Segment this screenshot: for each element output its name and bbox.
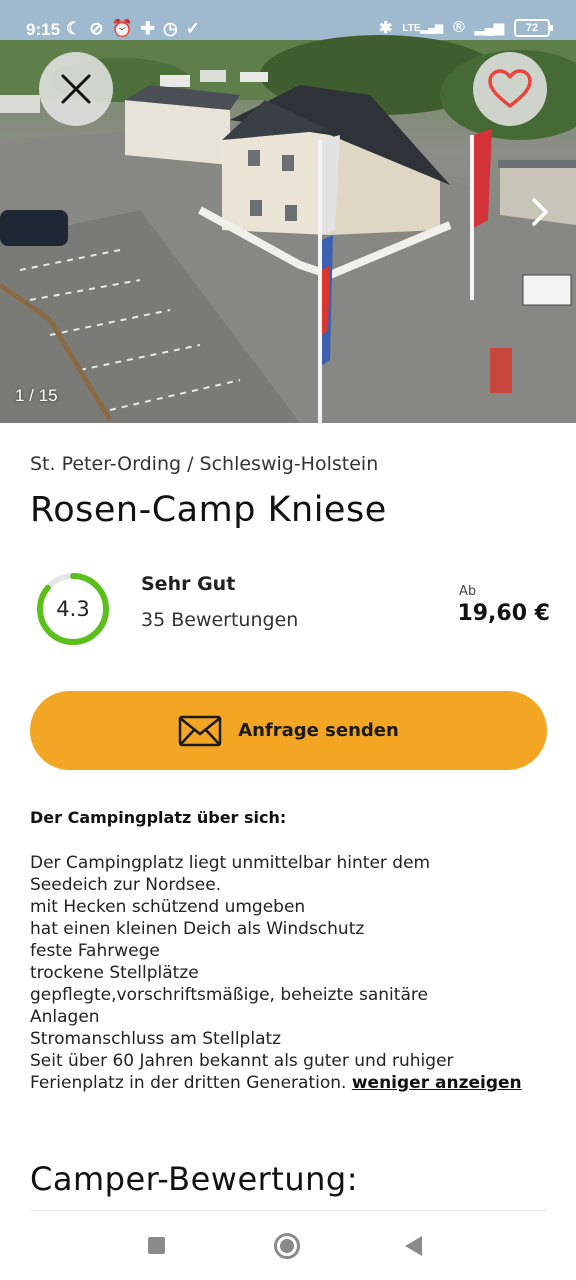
about-line: mit Hecken schützend umgeben <box>30 897 306 917</box>
battery-level: 72 <box>525 22 539 34</box>
status-bar: 9:15 ☾ ⊘ ⏰ ✚ ◷ ✓ ✱ LTE▂▄▆ ® ▂▄▆ 72 <box>0 0 576 40</box>
heart-icon <box>488 69 532 108</box>
signal-icon: LTE▂▄▆ <box>402 22 443 34</box>
mute-icon: ⊘ <box>89 19 104 38</box>
alarm-icon: ⏰ <box>111 19 133 38</box>
battery-icon: 72 <box>514 19 553 37</box>
rating-value: 4.3 <box>56 597 90 621</box>
about-line: Anlagen <box>30 1007 100 1027</box>
about-line: feste Fahrwege <box>30 941 160 961</box>
envelope-icon <box>178 715 222 746</box>
about-line: trockene Stellplätze <box>30 963 199 983</box>
about-line: Seedeich zur Nordsee. <box>30 875 222 895</box>
close-button[interactable] <box>39 52 113 126</box>
favorite-button[interactable] <box>473 52 547 126</box>
moon-icon: ☾ <box>66 19 82 38</box>
listing-title: Rosen-Camp Kniese <box>30 490 387 530</box>
recent-apps-button[interactable] <box>148 1237 165 1254</box>
home-button[interactable] <box>274 1233 300 1259</box>
network-label: LTE <box>402 22 421 34</box>
about-line-last: Ferienplatz in der dritten Generation. w… <box>30 1072 560 1094</box>
about-line: Seit über 60 Jahren bekannt als guter un… <box>30 1051 454 1071</box>
about-line: hat einen kleinen Deich als Windschutz <box>30 919 365 939</box>
reviews-heading: Camper-Bewertung: <box>30 1160 358 1198</box>
show-less-link[interactable]: weniger anzeigen <box>352 1073 522 1093</box>
about-text: Der Campingplatz liegt unmittelbar hinte… <box>30 852 560 1094</box>
send-inquiry-button[interactable]: Anfrage senden <box>30 691 547 770</box>
slack-icon: ✚ <box>140 19 155 38</box>
close-icon <box>61 74 91 104</box>
clock-icon: ◷ <box>162 19 178 38</box>
about-heading: Der Campingplatz über sich: <box>30 808 287 827</box>
registered-icon: ® <box>452 19 465 36</box>
rating-label: Sehr Gut <box>141 573 236 595</box>
image-counter: 1 / 15 <box>15 386 58 405</box>
listing-location: St. Peter-Ording / Schleswig-Holstein <box>30 453 379 475</box>
about-line: Der Campingplatz liegt unmittelbar hinte… <box>30 853 431 873</box>
system-nav-bar <box>0 1212 576 1280</box>
review-count[interactable]: 35 Bewertungen <box>141 609 298 631</box>
chevron-right-icon <box>532 198 548 226</box>
about-line: gepflegte,vorschriftsmäßige, beheizte sa… <box>30 985 428 1005</box>
back-button[interactable] <box>405 1236 422 1256</box>
check-icon: ✓ <box>185 19 201 38</box>
about-line: Ferienplatz in der dritten Generation. <box>30 1073 347 1093</box>
status-time: 9:15 <box>26 20 61 39</box>
bluetooth-icon: ✱ <box>378 20 393 37</box>
price-value: 19,60 € <box>457 601 550 626</box>
next-image-button[interactable] <box>528 194 552 230</box>
wifi-icon: ▂▄▆ <box>474 20 504 35</box>
send-inquiry-label: Anfrage senden <box>238 720 399 741</box>
divider <box>30 1210 547 1211</box>
price-prefix: Ab <box>459 584 477 599</box>
about-line: Stromanschluss am Stellplatz <box>30 1029 282 1049</box>
